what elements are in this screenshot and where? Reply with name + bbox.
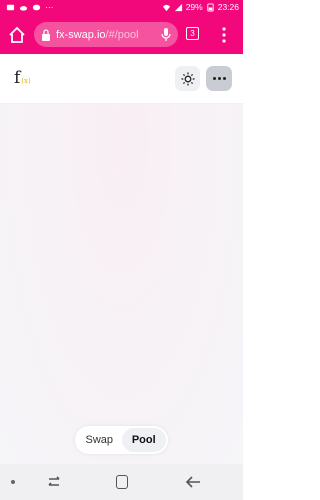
message-icon: [32, 4, 41, 10]
battery-icon: [207, 2, 214, 12]
url-domain: fx-swap.io: [56, 28, 106, 41]
more-options-button[interactable]: [206, 66, 232, 91]
app-logo[interactable]: f(x): [14, 68, 31, 91]
pool-tab[interactable]: Pool: [121, 428, 166, 452]
cloud-icon: [19, 5, 28, 11]
status-bar: ··· 29% 23:26: [0, 0, 243, 16]
logo-subscript: (x): [21, 77, 31, 85]
clock-time: 23:26: [217, 2, 239, 12]
notification-icon: [6, 4, 15, 10]
lock-icon: [42, 28, 50, 41]
main-content: Swap Pool: [0, 104, 243, 464]
logo-letter: f: [14, 68, 21, 88]
system-nav-bar: [0, 464, 243, 500]
swap-pool-toggle: Swap Pool: [75, 426, 168, 454]
recent-apps-icon[interactable]: [46, 475, 62, 489]
nav-dot-icon[interactable]: [11, 480, 15, 484]
url-path: /#/pool: [105, 28, 139, 41]
battery-percent: 29%: [185, 2, 203, 12]
microphone-icon[interactable]: [161, 28, 171, 41]
back-icon[interactable]: [185, 475, 201, 489]
more-notifications: ···: [45, 2, 54, 12]
url-text: fx-swap.io/#/pool: [56, 29, 156, 41]
theme-toggle-button[interactable]: [175, 66, 200, 91]
address-bar[interactable]: fx-swap.io/#/pool: [34, 22, 178, 47]
app-header: f(x): [0, 54, 243, 104]
signal-icon: [174, 3, 182, 11]
browser-toolbar: fx-swap.io/#/pool 3: [0, 16, 243, 54]
wifi-icon: [162, 4, 170, 11]
sun-icon: [181, 72, 194, 85]
home-icon[interactable]: [7, 25, 27, 45]
tab-count-button[interactable]: 3: [186, 27, 199, 40]
kebab-menu-icon[interactable]: [220, 25, 228, 45]
nav-home-icon[interactable]: [116, 475, 128, 489]
more-icon: [212, 77, 226, 80]
swap-tab[interactable]: Swap: [77, 428, 122, 452]
